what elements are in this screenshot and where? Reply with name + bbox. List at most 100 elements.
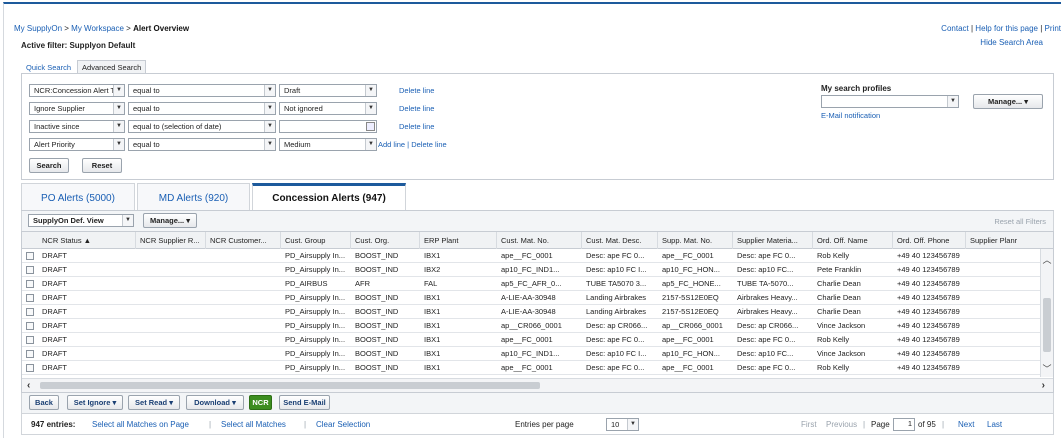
table-row[interactable]: DRAFT PD_Airsupply In... BOOST_IND IBX1 A-LI… bbox=[22, 305, 1053, 319]
table-row[interactable]: DRAFT PD_Airsupply In... BOOST_IND IBX1 ape_… bbox=[22, 333, 1053, 347]
hide-search-area-link[interactable]: Hide Search Area bbox=[980, 38, 1043, 47]
add-delete-line-link[interactable]: Add line | Delete line bbox=[378, 140, 447, 149]
select-all-on-page-link[interactable]: Select all Matches on Page bbox=[92, 420, 189, 429]
table-cell: Pete Franklin bbox=[817, 265, 862, 274]
profiles-manage-button[interactable]: Manage... ▾ bbox=[973, 94, 1043, 109]
column-header[interactable]: Cust. Group bbox=[281, 232, 351, 249]
table-cell: PD_Airsupply In... bbox=[285, 363, 346, 372]
tab-concession-alerts[interactable]: Concession Alerts (947) bbox=[252, 183, 406, 211]
criteria-operator-value: equal to bbox=[133, 85, 160, 95]
table-cell: Charlie Dean bbox=[817, 293, 861, 302]
print-link[interactable]: Print bbox=[1045, 24, 1061, 33]
search-button[interactable]: Search bbox=[29, 158, 69, 173]
date-input[interactable] bbox=[279, 119, 377, 133]
column-header[interactable]: ERP Plant bbox=[420, 232, 497, 249]
chevron-up-icon[interactable]: ︿ bbox=[1041, 253, 1053, 266]
table-cell: Vince Jackson bbox=[817, 349, 866, 358]
tab-advanced-search[interactable]: Advanced Search bbox=[77, 60, 147, 73]
criteria-field-select[interactable]: Ignore Supplier ▼ bbox=[29, 101, 125, 115]
criteria-value-select[interactable]: Not ignored ▼ bbox=[279, 101, 377, 115]
row-checkbox[interactable] bbox=[26, 336, 34, 344]
first-page-link[interactable]: First bbox=[801, 420, 817, 429]
criteria-field-select[interactable]: NCR:Concession Alert Trigger ▼ bbox=[29, 83, 125, 97]
table-row[interactable]: DRAFT PD_Airsupply In... BOOST_IND IBX1 ape_… bbox=[22, 361, 1053, 375]
chevron-right-icon[interactable]: › bbox=[1042, 380, 1045, 391]
tab-po-alerts[interactable]: PO Alerts (5000) bbox=[21, 183, 135, 211]
reset-button[interactable]: Reset bbox=[82, 158, 122, 173]
table-cell: IBX1 bbox=[424, 251, 441, 260]
chevron-left-icon[interactable]: ‹ bbox=[27, 380, 30, 391]
column-header[interactable]: Cust. Mat. No. bbox=[497, 232, 582, 249]
table-row[interactable]: DRAFT PD_Airsupply In... BOOST_IND IBX2 ap10… bbox=[22, 263, 1053, 277]
previous-page-link[interactable]: Previous bbox=[826, 420, 857, 429]
criteria-value-select[interactable]: Draft ▼ bbox=[279, 83, 377, 97]
caret-down-icon: ▾ bbox=[186, 216, 191, 225]
column-header[interactable]: Cust. Mat. Desc. bbox=[582, 232, 658, 249]
send-email-button[interactable]: Send E-Mail bbox=[279, 395, 330, 410]
table-row[interactable]: DRAFT PD_Airsupply In... BOOST_IND IBX1 A-LI… bbox=[22, 291, 1053, 305]
entries-per-page-select[interactable]: 10 ▼ bbox=[606, 418, 639, 431]
row-checkbox[interactable] bbox=[26, 322, 34, 330]
contact-link[interactable]: Contact bbox=[941, 24, 969, 33]
view-select[interactable]: SupplyOn Def. View ▼ bbox=[28, 214, 134, 227]
criteria-field-select[interactable]: Inactive since ▼ bbox=[29, 119, 125, 133]
criteria-operator-select[interactable]: equal to (selection of date) ▼ bbox=[128, 119, 276, 133]
criteria-operator-select[interactable]: equal to ▼ bbox=[128, 83, 276, 97]
row-checkbox[interactable] bbox=[26, 294, 34, 302]
row-checkbox[interactable] bbox=[26, 308, 34, 316]
back-button[interactable]: Back bbox=[29, 395, 59, 410]
table-row[interactable]: DRAFT PD_Airsupply In... BOOST_IND IBX1 ap__… bbox=[22, 319, 1053, 333]
column-header[interactable]: Ord. Off. Name bbox=[813, 232, 893, 249]
tab-quick-search[interactable]: Quick Search bbox=[21, 60, 77, 73]
scroll-thumb[interactable] bbox=[1043, 298, 1051, 352]
row-checkbox[interactable] bbox=[26, 252, 34, 260]
breadcrumb-my-supplyon[interactable]: My SupplyOn bbox=[14, 24, 62, 33]
reset-all-filters-link[interactable]: Reset all Filters bbox=[994, 217, 1046, 226]
column-header[interactable]: Supplier Materia... bbox=[733, 232, 813, 249]
column-header[interactable]: Supplier Planr bbox=[966, 232, 1053, 249]
chevron-down-icon[interactable]: ﹀ bbox=[1041, 362, 1053, 375]
delete-line-link[interactable]: Delete line bbox=[399, 86, 434, 95]
clear-selection-link[interactable]: Clear Selection bbox=[316, 420, 370, 429]
column-header[interactable]: Ord. Off. Phone bbox=[893, 232, 966, 249]
row-checkbox[interactable] bbox=[26, 364, 34, 372]
select-all-matches-link[interactable]: Select all Matches bbox=[221, 420, 286, 429]
email-notification-link[interactable]: E-Mail notification bbox=[821, 111, 880, 120]
table-row[interactable]: DRAFT PD_Airsupply In... BOOST_IND IBX1 ape_… bbox=[22, 249, 1053, 263]
criteria-value-select[interactable]: Medium ▼ bbox=[279, 137, 377, 151]
help-link[interactable]: Help for this page bbox=[975, 24, 1038, 33]
breadcrumb-my-workspace[interactable]: My Workspace bbox=[71, 24, 124, 33]
column-header[interactable]: NCR Supplier R... bbox=[136, 232, 206, 249]
criteria-operator-select[interactable]: equal to ▼ bbox=[128, 137, 276, 151]
view-manage-button[interactable]: Manage... ▾ bbox=[143, 213, 197, 228]
table-row[interactable]: DRAFT PD_AIRBUS AFR FAL ap5_FC_AFR_0... TUBE … bbox=[22, 277, 1053, 291]
row-checkbox[interactable] bbox=[26, 266, 34, 274]
vertical-scrollbar[interactable]: ︿ ﹀ bbox=[1040, 249, 1053, 377]
table-cell: PD_Airsupply In... bbox=[285, 265, 346, 274]
column-header[interactable]: NCR Status ▲ bbox=[38, 232, 136, 249]
row-checkbox[interactable] bbox=[26, 280, 34, 288]
download-button[interactable]: Download ▾ bbox=[186, 395, 244, 410]
criteria-operator-select[interactable]: equal to ▼ bbox=[128, 101, 276, 115]
column-header[interactable]: Supp. Mat. No. bbox=[658, 232, 733, 249]
delete-line-link[interactable]: Delete line bbox=[399, 104, 434, 113]
search-profile-select[interactable]: ▼ bbox=[821, 95, 959, 108]
tab-md-alerts[interactable]: MD Alerts (920) bbox=[137, 183, 250, 211]
horizontal-scrollbar[interactable]: ‹ › bbox=[22, 378, 1053, 392]
page-label: Page bbox=[871, 420, 890, 429]
calendar-icon[interactable] bbox=[366, 121, 375, 131]
scroll-thumb[interactable] bbox=[40, 382, 540, 389]
column-header[interactable]: NCR Customer... bbox=[206, 232, 281, 249]
page-number-input[interactable]: 1 bbox=[893, 418, 915, 431]
column-header[interactable]: Cust. Org. bbox=[351, 232, 420, 249]
last-page-link[interactable]: Last bbox=[987, 420, 1002, 429]
set-read-button[interactable]: Set Read ▾ bbox=[128, 395, 180, 410]
criteria-operator-value: equal to bbox=[133, 103, 160, 113]
ncr-button[interactable]: NCR bbox=[249, 395, 272, 410]
set-ignore-button[interactable]: Set Ignore ▾ bbox=[67, 395, 123, 410]
delete-line-link[interactable]: Delete line bbox=[399, 122, 434, 131]
table-row[interactable]: DRAFT PD_Airsupply In... BOOST_IND IBX1 ap10… bbox=[22, 347, 1053, 361]
criteria-field-select[interactable]: Alert Priority ▼ bbox=[29, 137, 125, 151]
next-page-link[interactable]: Next bbox=[958, 420, 974, 429]
row-checkbox[interactable] bbox=[26, 350, 34, 358]
